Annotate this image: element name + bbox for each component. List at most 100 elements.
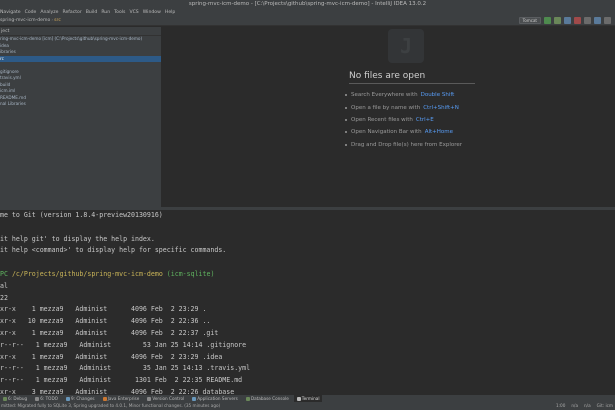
prompt-path: /c/Projects/github/spring-mvc-icm-demo <box>11 269 163 278</box>
terminal-help-line: it help git' to display the help index. <box>0 234 155 243</box>
line-separator-indicator[interactable]: n/a <box>584 402 591 410</box>
breadcrumb-folder[interactable]: src <box>54 18 61 23</box>
menu-navigate[interactable]: Navigate <box>0 10 21 15</box>
run-config-selector[interactable]: Tomcat <box>518 17 541 24</box>
java-enterprise-icon <box>102 396 107 401</box>
editor-area[interactable]: J No files are open Search Everywhere wi… <box>163 27 615 207</box>
tool-tab-label: Java Enterprise <box>107 396 140 401</box>
menu-analyze[interactable]: Analyze <box>40 10 58 15</box>
terminal-total: 22 <box>0 293 8 302</box>
breadcrumb-separator: › <box>51 18 54 23</box>
coverage-icon[interactable] <box>564 17 571 24</box>
caret-position[interactable]: 1:00 <box>556 402 565 410</box>
status-bar: mitted: Migrated fully to SQLite 3, Spri… <box>0 402 615 410</box>
tool-tab-java-enterprise[interactable]: Java Enterprise <box>100 395 143 402</box>
hint-drag-drop: Drag and Drop file(s) here from Explorer <box>345 139 462 151</box>
tool-tab-label: Database Console <box>250 396 289 401</box>
hint-text: Drag and Drop file(s) here from Explorer <box>351 141 463 148</box>
menu-build[interactable]: Build <box>86 10 98 15</box>
menu-vcs[interactable]: VCS <box>129 10 138 15</box>
status-message[interactable]: mitted: Migrated fully to SQLite 3, Spri… <box>1 403 220 408</box>
run-icon[interactable] <box>544 17 551 24</box>
bullet-icon <box>345 94 347 97</box>
tree-item-project-root[interactable]: ring-mvc-icm-demo [icm] (C:\Projects\git… <box>0 36 161 43</box>
tool-window-bar: 6: Debug 6: TODO 9: Changes Java Enterpr… <box>0 394 615 402</box>
encoding-indicator[interactable]: n/a <box>571 402 578 410</box>
terminal-icon <box>296 396 301 401</box>
debug-icon <box>3 396 7 401</box>
terminal-listing-row: r--r-- 1 mezza9 Administ 53 Jan 25 14:14… <box>0 340 247 349</box>
project-panel-header[interactable]: ject <box>0 27 161 36</box>
terminal-listing-row: xr-x 1 mezza9 Administ 4096 Feb 2 22:37 … <box>0 328 219 337</box>
git-branch-indicator[interactable]: Git: icm <box>597 402 613 410</box>
terminal-listing-row: xr-x 1 mezza9 Administ 4096 Feb 2 23:29 … <box>0 352 223 361</box>
bullet-icon <box>345 106 347 109</box>
hint-open-file: Open a file by name with Ctrl+Shift+N <box>345 101 462 113</box>
menu-refactor[interactable]: Refactor <box>62 10 81 15</box>
tool-tab-label: Version Control <box>152 396 185 401</box>
tool-tab-label: 6: TODO <box>40 396 58 401</box>
vcs-icon[interactable] <box>594 17 601 24</box>
bullet-icon <box>345 143 347 146</box>
tool-tab-todo[interactable]: 6: TODO <box>32 395 61 402</box>
menu-window[interactable]: Window <box>143 10 161 15</box>
terminal-listing-row: xr-x 10 mezza9 Administ 4096 Feb 2 22:36… <box>0 317 211 326</box>
terminal-welcome: me to Git (version 1.8.4-preview20130916… <box>0 211 163 219</box>
hint-shortcut: Ctrl+E <box>415 116 434 123</box>
breadcrumb-project[interactable]: spring-mvc-icm-demo <box>0 18 50 23</box>
changes-icon <box>65 396 70 401</box>
terminal-panel[interactable]: me to Git (version 1.8.4-preview20130916… <box>0 207 615 396</box>
tool-tab-changes[interactable]: 9: Changes <box>63 395 98 402</box>
tool-tab-label: Terminal <box>301 396 320 401</box>
intellij-logo-icon: J <box>388 29 424 63</box>
tree-item-external-libraries[interactable]: nal Libraries <box>0 101 161 108</box>
tool-tab-database-console[interactable]: Database Console <box>243 395 292 402</box>
no-files-title: No files are open <box>349 71 475 84</box>
application-servers-icon <box>192 396 197 401</box>
tool-tab-debug[interactable]: 6: Debug <box>0 395 30 402</box>
hint-shortcut: Alt+Home <box>424 129 453 136</box>
hint-text: Open Navigation Bar with <box>351 129 422 136</box>
bullet-icon <box>345 131 347 134</box>
hint-text: Search Everywhere with <box>351 92 418 99</box>
hint-text: Open Recent files with <box>351 116 413 123</box>
hint-text: Open a file by name with <box>351 104 421 111</box>
terminal-help-line: it help <command>' to display help for s… <box>0 246 227 255</box>
tool-tab-version-control[interactable]: Version Control <box>144 395 187 402</box>
menu-run[interactable]: Run <box>101 10 110 15</box>
bullet-icon <box>345 118 347 121</box>
status-indicators: 1:00 n/a n/a Git: icm <box>556 402 613 410</box>
version-control-icon <box>147 396 152 401</box>
tool-tab-label: 9: Changes <box>70 396 95 401</box>
help-icon[interactable] <box>604 17 611 24</box>
toolbar: Tomcat <box>518 17 611 24</box>
tool-tab-terminal[interactable]: Terminal <box>293 395 323 402</box>
todo-icon <box>35 396 40 401</box>
prompt-branch: (icm-sqlite) <box>166 269 215 278</box>
hint-search-everywhere: Search Everywhere with Double Shift <box>345 89 462 101</box>
terminal-listing-row: xr-x 1 mezza9 Administ 4096 Feb 2 23:29 … <box>0 305 207 314</box>
menu-code[interactable]: Code <box>25 10 37 15</box>
debug-icon[interactable] <box>554 17 561 24</box>
terminal-command: al <box>0 281 8 290</box>
tool-tab-label: Application Servers <box>197 396 238 401</box>
breadcrumb: spring-mvc-icm-demo›src <box>0 17 61 25</box>
menu-help[interactable]: Help <box>165 10 175 15</box>
menu-tools[interactable]: Tools <box>114 10 125 15</box>
project-tool-window: ject ring-mvc-icm-demo [icm] (C:\Project… <box>0 27 162 207</box>
hint-navigation-bar: Open Navigation Bar with Alt+Home <box>345 126 462 138</box>
stop-icon[interactable] <box>574 17 581 24</box>
prompt-user: PC <box>0 269 8 278</box>
editor-hints: Search Everywhere with Double Shift Open … <box>345 89 462 151</box>
terminal-listing-row: r--r-- 1 mezza9 Administ 35 Jan 25 14:13… <box>0 364 251 373</box>
database-console-icon <box>245 396 250 401</box>
menu-bar: Navigate Code Analyze Refactor Build Run… <box>0 8 615 16</box>
navigation-bar: spring-mvc-icm-demo›src Tomcat <box>0 16 615 26</box>
settings-icon[interactable] <box>584 17 591 24</box>
tool-tab-application-servers[interactable]: Application Servers <box>189 395 241 402</box>
terminal-prompt: PC /c/Projects/github/spring-mvc-icm-dem… <box>0 269 615 281</box>
hint-recent-files: Open Recent files with Ctrl+E <box>345 114 462 126</box>
tool-tab-label: 6: Debug <box>8 396 28 401</box>
